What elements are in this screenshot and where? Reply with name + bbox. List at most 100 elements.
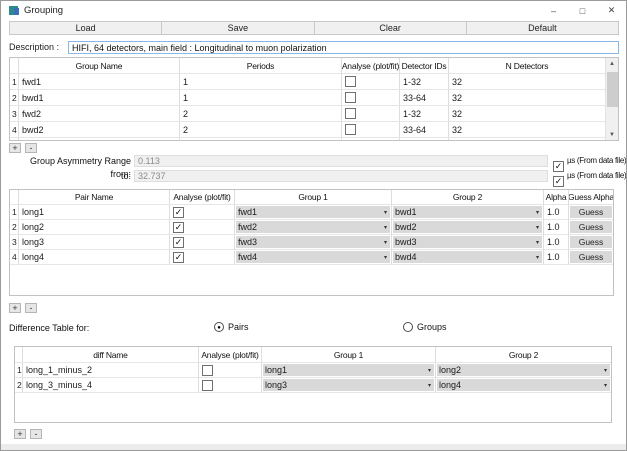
guess-button[interactable]: Guess <box>570 221 612 233</box>
load-button[interactable]: Load <box>9 21 162 35</box>
scrollbar-thumb[interactable] <box>607 72 618 107</box>
group1-dropdown[interactable]: long3▾ <box>263 379 434 391</box>
table-row: 5 fwd3 3 1-32 32 <box>10 138 618 141</box>
pair-name-cell[interactable]: long1 <box>19 205 170 219</box>
analyse-checkbox[interactable] <box>345 140 356 141</box>
group2-dropdown[interactable]: long4▾ <box>437 379 610 391</box>
row-number: 3 <box>10 235 19 249</box>
pair-table-controls: + - <box>9 303 41 313</box>
header-group-2: Group 2 <box>392 190 544 204</box>
add-row-button[interactable]: + <box>9 303 21 313</box>
detector-ids-cell[interactable]: 1-32 <box>400 138 449 141</box>
group2-dropdown[interactable]: bwd4▾ <box>393 251 542 263</box>
default-button[interactable]: Default <box>467 21 619 35</box>
group-table-scrollbar[interactable]: ▲ ▼ <box>605 58 618 140</box>
group1-dropdown[interactable]: fwd1▾ <box>236 206 390 218</box>
remove-row-button[interactable]: - <box>25 303 37 313</box>
dropdown-arrow-icon: ▾ <box>384 224 387 231</box>
group1-dropdown[interactable]: fwd2▾ <box>236 221 390 233</box>
analyse-checkbox[interactable] <box>202 380 213 391</box>
save-button[interactable]: Save <box>162 21 314 35</box>
analyse-checkbox[interactable]: ✓ <box>173 237 184 248</box>
clear-button[interactable]: Clear <box>315 21 467 35</box>
detector-ids-cell[interactable]: 1-32 <box>400 106 449 121</box>
guess-button[interactable]: Guess <box>570 236 612 248</box>
group2-dropdown[interactable]: bwd3▾ <box>393 236 542 248</box>
n-detectors-cell: 32 <box>449 122 605 137</box>
add-row-button[interactable]: + <box>14 429 26 439</box>
pair-name-cell[interactable]: long4 <box>19 250 170 264</box>
detector-ids-cell[interactable]: 33-64 <box>400 122 449 137</box>
detector-ids-cell[interactable]: 1-32 <box>400 74 449 89</box>
header-pair-name: Pair Name <box>19 190 170 204</box>
row-number: 2 <box>15 378 23 392</box>
maximize-button[interactable]: □ <box>568 1 597 20</box>
scroll-down-icon[interactable]: ▼ <box>606 129 618 140</box>
periods-cell[interactable]: 3 <box>180 138 342 141</box>
periods-cell[interactable]: 2 <box>180 122 342 137</box>
header-n-detectors: N Detectors <box>449 58 605 73</box>
pair-name-cell[interactable]: long3 <box>19 235 170 249</box>
pair-table-header: Pair Name Analyse (plot/fit) Group 1 Gro… <box>10 190 613 205</box>
groups-radio-icon[interactable] <box>403 322 413 332</box>
asymmetry-from-input[interactable]: 0.113 <box>134 155 548 167</box>
analyse-checkbox[interactable] <box>345 76 356 87</box>
group2-dropdown[interactable]: long2▾ <box>437 364 610 376</box>
group1-dropdown[interactable]: long1▾ <box>263 364 434 376</box>
periods-cell[interactable]: 1 <box>180 74 342 89</box>
periods-cell[interactable]: 1 <box>180 90 342 105</box>
radio-pairs[interactable]: ● Pairs <box>214 322 249 332</box>
group1-dropdown[interactable]: fwd4▾ <box>236 251 390 263</box>
description-input[interactable] <box>68 41 619 54</box>
pairs-radio-label: Pairs <box>228 322 249 332</box>
diff-name-cell[interactable]: long_3_minus_4 <box>23 378 199 392</box>
alpha-cell[interactable]: 1.0 <box>544 205 569 219</box>
header-analyse: Analyse (plot/fit) <box>342 58 400 73</box>
to-us-checkbox[interactable]: ✓ <box>553 176 564 187</box>
add-row-button[interactable]: + <box>9 143 21 153</box>
group-name-cell[interactable]: fwd2 <box>19 106 180 121</box>
close-button[interactable]: ✕ <box>597 1 626 20</box>
group2-dropdown[interactable]: bwd1▾ <box>393 206 542 218</box>
diff-name-cell[interactable]: long_1_minus_2 <box>23 363 199 377</box>
diff-table-header: diff Name Analyse (plot/fit) Group 1 Gro… <box>15 347 611 363</box>
analyse-checkbox[interactable] <box>202 365 213 376</box>
radio-groups[interactable]: Groups <box>403 322 447 332</box>
guess-button[interactable]: Guess <box>570 251 612 263</box>
dropdown-arrow-icon: ▾ <box>536 209 539 216</box>
row-number: 2 <box>10 90 19 105</box>
group-name-cell[interactable]: fwd1 <box>19 74 180 89</box>
groups-radio-label: Groups <box>417 322 447 332</box>
dropdown-arrow-icon: ▾ <box>384 239 387 246</box>
group-name-cell[interactable]: bwd2 <box>19 122 180 137</box>
header-analyse: Analyse (plot/fit) <box>170 190 235 204</box>
pairs-radio-icon[interactable]: ● <box>214 322 224 332</box>
asymmetry-to-input[interactable]: 32.737 <box>134 170 548 182</box>
n-detectors-cell: 32 <box>449 74 605 89</box>
pair-name-cell[interactable]: long2 <box>19 220 170 234</box>
remove-row-button[interactable]: - <box>30 429 42 439</box>
asymmetry-to-row: to: 32.737 ✓ µs (From data file) <box>1 170 627 183</box>
group-name-cell[interactable]: fwd3 <box>19 138 180 141</box>
analyse-checkbox[interactable] <box>345 92 356 103</box>
alpha-cell[interactable]: 1.0 <box>544 235 569 249</box>
remove-row-button[interactable]: - <box>25 143 37 153</box>
scroll-up-icon[interactable]: ▲ <box>606 58 618 69</box>
group-name-cell[interactable]: bwd1 <box>19 90 180 105</box>
alpha-cell[interactable]: 1.0 <box>544 250 569 264</box>
analyse-checkbox[interactable] <box>345 124 356 135</box>
guess-button[interactable]: Guess <box>570 206 612 218</box>
asymmetry-to-label: to: <box>9 170 131 183</box>
title-bar: Grouping – □ ✕ <box>1 1 626 20</box>
alpha-cell[interactable]: 1.0 <box>544 220 569 234</box>
analyse-checkbox[interactable]: ✓ <box>173 222 184 233</box>
group1-dropdown[interactable]: fwd3▾ <box>236 236 390 248</box>
minimize-button[interactable]: – <box>539 1 568 20</box>
diff-table: diff Name Analyse (plot/fit) Group 1 Gro… <box>14 346 612 423</box>
analyse-checkbox[interactable]: ✓ <box>173 252 184 263</box>
analyse-checkbox[interactable]: ✓ <box>173 207 184 218</box>
periods-cell[interactable]: 2 <box>180 106 342 121</box>
analyse-checkbox[interactable] <box>345 108 356 119</box>
detector-ids-cell[interactable]: 33-64 <box>400 90 449 105</box>
group2-dropdown[interactable]: bwd2▾ <box>393 221 542 233</box>
